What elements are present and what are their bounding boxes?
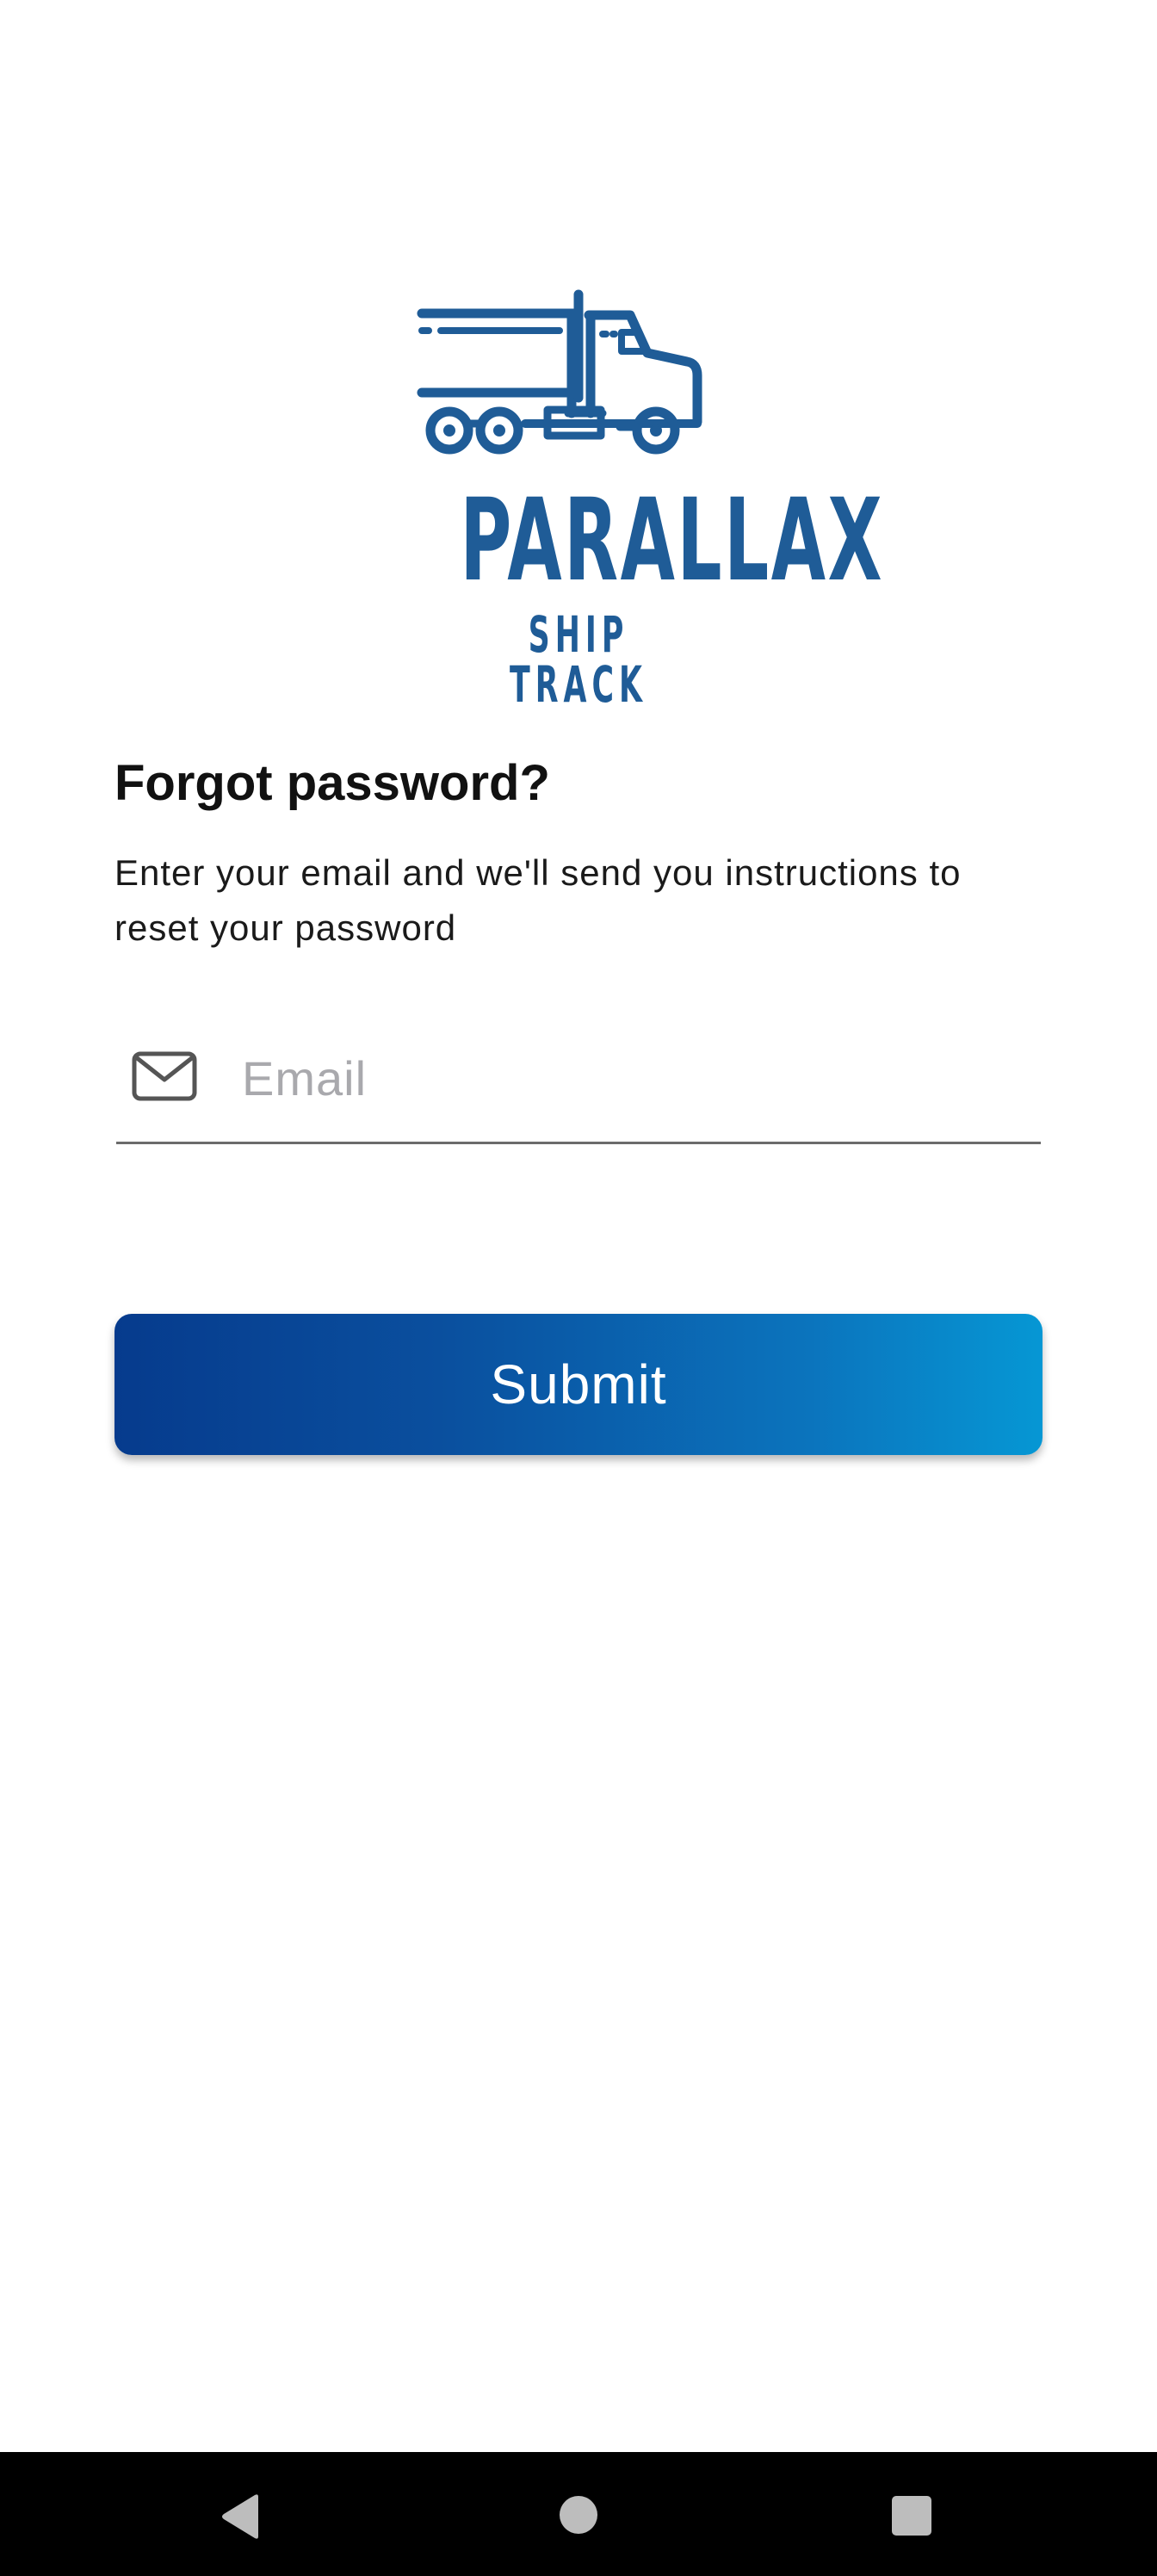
brand-tagline: SHIP TRACK: [510, 605, 647, 714]
system-navigation-bar: [0, 2452, 1157, 2576]
submit-button[interactable]: Submit: [114, 1314, 1043, 1455]
truck-logo-icon: [417, 289, 702, 455]
mail-icon: [132, 1051, 197, 1101]
forgot-password-screen: PARALLAX SHIP TRACK Forgot password? Ent…: [0, 0, 1157, 2576]
brand-name: PARALLAX: [460, 474, 885, 607]
email-field[interactable]: [116, 1025, 1041, 1144]
email-input[interactable]: [242, 1037, 1017, 1119]
home-circle-icon[interactable]: [560, 2496, 597, 2534]
instructions-text: Enter your email and we'll send you inst…: [114, 852, 962, 948]
submit-button-label: Submit: [490, 1353, 667, 1415]
page-title: Forgot password?: [114, 755, 550, 811]
recents-square-icon[interactable]: [892, 2496, 931, 2536]
back-triangle-icon[interactable]: [219, 2493, 262, 2540]
app-logo: PARALLAX SHIP TRACK: [387, 284, 885, 709]
